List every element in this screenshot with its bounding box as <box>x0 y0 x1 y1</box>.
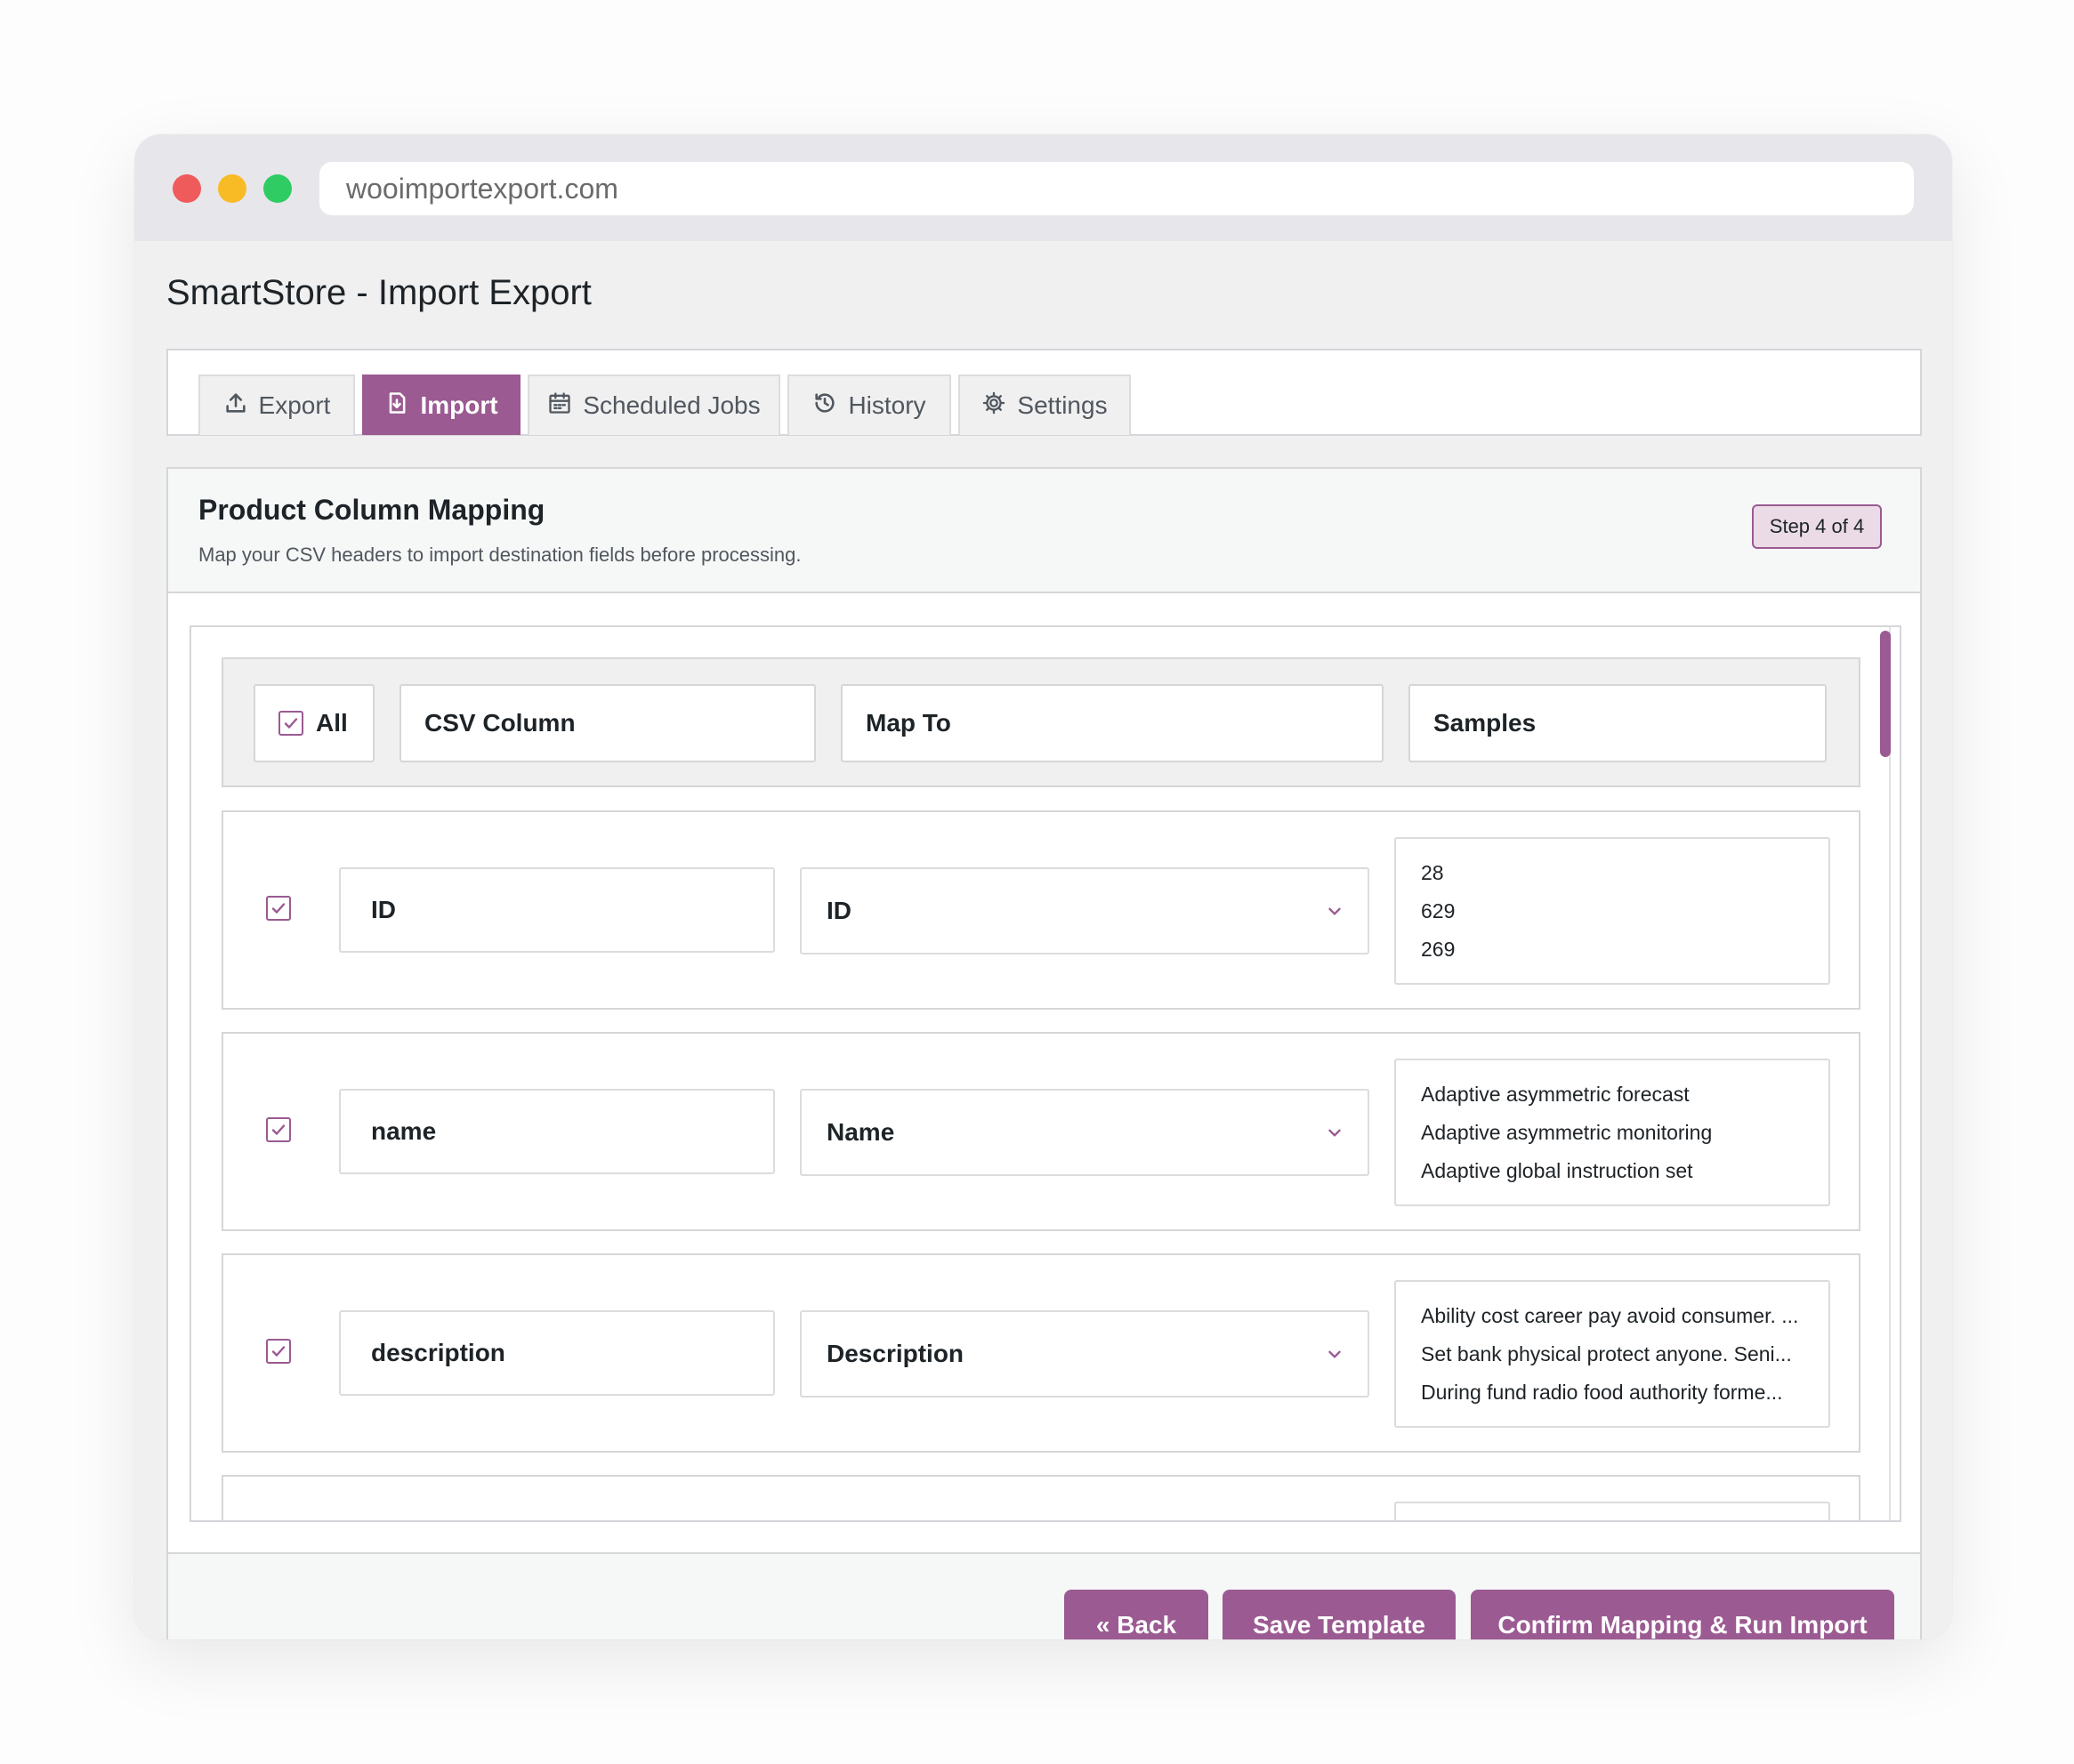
chevron-down-icon <box>1328 1129 1341 1137</box>
sample-value: During fund radio food authority forme..… <box>1421 1381 1783 1404</box>
mapping-row: ID ID 28 629 269 <box>222 810 1860 1010</box>
save-template-button[interactable]: Save Template <box>1223 1590 1456 1639</box>
calendar-icon <box>547 391 572 422</box>
scrollbar-thumb[interactable] <box>1880 631 1891 757</box>
scrollbar-track[interactable] <box>1889 627 1891 1520</box>
maximize-window-dot[interactable] <box>263 174 292 203</box>
tab-import[interactable]: Import <box>362 375 521 435</box>
map-to-select[interactable]: Name <box>800 1089 1369 1176</box>
select-all-label: All <box>316 709 348 737</box>
csv-column-field: ID <box>339 867 775 953</box>
sample-value: 629 <box>1421 899 1456 922</box>
back-button[interactable]: « Back <box>1064 1590 1208 1639</box>
chevron-down-icon <box>1328 1350 1341 1358</box>
mapping-header-row: All CSV Column Map To Samples <box>222 657 1860 787</box>
tab-export-label: Export <box>258 391 331 419</box>
tab-history-label: History <box>848 391 926 419</box>
row-checkbox[interactable] <box>266 1339 291 1364</box>
sample-value: 269 <box>1421 938 1456 961</box>
tab-scheduled-jobs[interactable]: Scheduled Jobs <box>528 375 780 435</box>
row-checkbox[interactable] <box>266 1117 291 1142</box>
csv-column-header: CSV Column <box>399 684 816 762</box>
csv-column-field: name <box>339 1089 775 1174</box>
tab-history[interactable]: History <box>787 375 951 435</box>
history-icon <box>812 391 837 422</box>
samples-header: Samples <box>1408 684 1827 762</box>
mapping-row: name Name Adaptive asymmetric forecast A… <box>222 1032 1860 1231</box>
browser-window: wooimportexport.com SmartStore - Import … <box>134 134 1952 1639</box>
map-to-select[interactable]: ID <box>800 867 1369 954</box>
samples-box: Adaptive asymmetric forecast Adaptive as… <box>1394 1059 1830 1206</box>
samples-box: 28 629 269 <box>1394 837 1830 985</box>
tab-bar: Export Import Scheduled Jobs History Set… <box>166 349 1922 436</box>
panel-footer: « Back Save Template Confirm Mapping & R… <box>168 1552 1920 1639</box>
row-checkbox[interactable] <box>266 896 291 921</box>
address-bar[interactable]: wooimportexport.com <box>319 162 1914 215</box>
confirm-import-button[interactable]: Confirm Mapping & Run Import <box>1471 1590 1894 1639</box>
mapping-row <box>222 1475 1860 1520</box>
panel-title: Product Column Mapping <box>198 494 545 526</box>
map-to-header: Map To <box>841 684 1384 762</box>
panel-subtitle: Map your CSV headers to import destinati… <box>198 544 802 566</box>
mapping-scroll-area[interactable]: All CSV Column Map To Samples ID ID 28 6 <box>190 625 1901 1522</box>
tab-scheduled-jobs-label: Scheduled Jobs <box>583 391 761 419</box>
mapping-row: description Description Ability cost car… <box>222 1253 1860 1453</box>
mapping-panel: Product Column Mapping Map your CSV head… <box>166 467 1922 1639</box>
close-window-dot[interactable] <box>173 174 201 203</box>
minimize-window-dot[interactable] <box>218 174 246 203</box>
chevron-down-icon <box>1328 907 1341 915</box>
map-to-value: ID <box>827 897 851 924</box>
select-all-cell[interactable]: All <box>254 684 375 762</box>
sample-value: Ability cost career pay avoid consumer. … <box>1421 1304 1799 1327</box>
browser-titlebar: wooimportexport.com <box>134 134 1952 241</box>
page-title: SmartStore - Import Export <box>166 273 592 312</box>
sample-value: Set bank physical protect anyone. Seni..… <box>1421 1342 1792 1365</box>
sample-value: 28 <box>1421 861 1444 884</box>
tab-settings-label: Settings <box>1017 391 1108 419</box>
file-import-icon <box>384 391 409 422</box>
step-badge: Step 4 of 4 <box>1752 504 1882 549</box>
select-all-checkbox[interactable] <box>278 711 303 736</box>
map-to-select[interactable]: Description <box>800 1310 1369 1398</box>
sample-value: Adaptive asymmetric monitoring <box>1421 1121 1713 1144</box>
samples-box: Ability cost career pay avoid consumer. … <box>1394 1280 1830 1428</box>
tab-import-label: Import <box>420 391 498 419</box>
gear-icon <box>981 391 1006 422</box>
tab-export[interactable]: Export <box>198 375 355 435</box>
map-to-value: Description <box>827 1340 964 1367</box>
upload-icon <box>223 391 248 422</box>
sample-value: Adaptive global instruction set <box>1421 1159 1693 1182</box>
samples-box <box>1394 1502 1830 1520</box>
csv-column-field: description <box>339 1310 775 1396</box>
map-to-value: Name <box>827 1118 895 1146</box>
tab-settings[interactable]: Settings <box>958 375 1131 435</box>
panel-header: Product Column Mapping Map your CSV head… <box>168 469 1920 593</box>
sample-value: Adaptive asymmetric forecast <box>1421 1083 1690 1106</box>
